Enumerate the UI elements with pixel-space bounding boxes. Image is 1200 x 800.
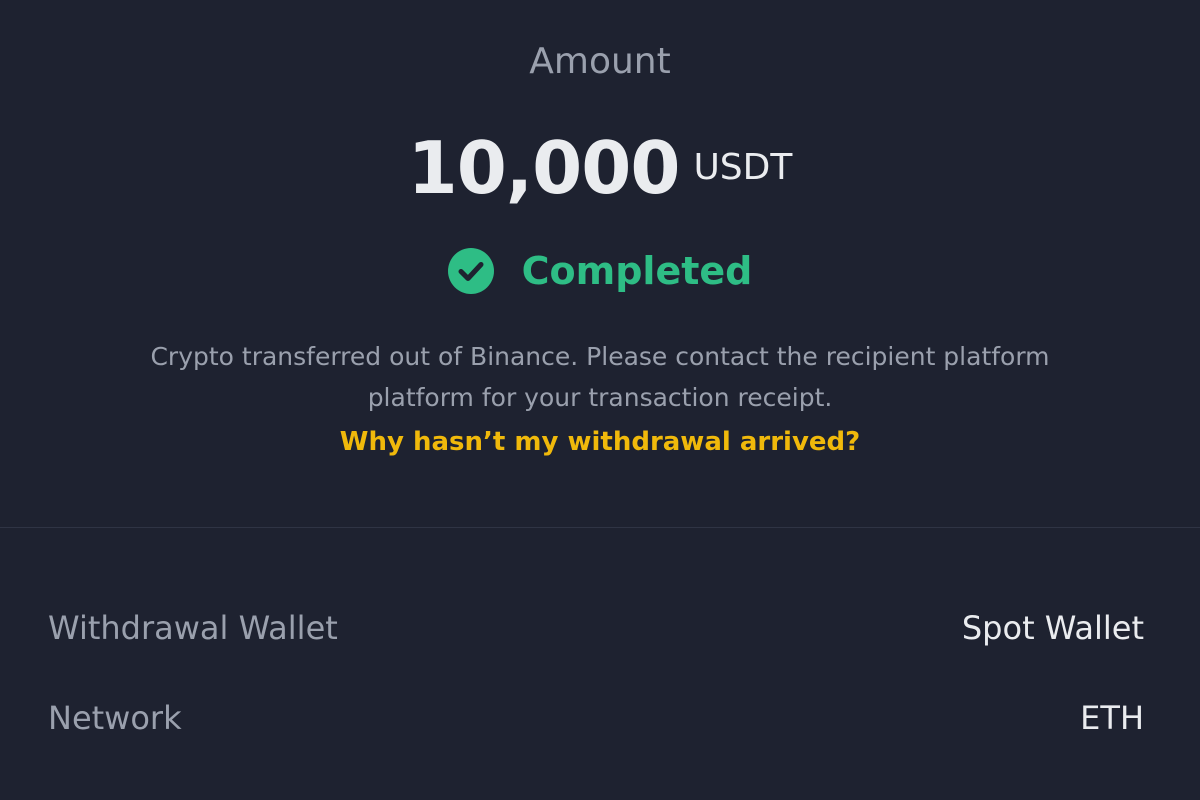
withdrawal-help-link[interactable]: Why hasn’t my withdrawal arrived? [0,424,1200,460]
status-text: Completed [521,249,753,293]
detail-row-network: Network ETH [48,696,1144,740]
amount-value: 10,000 [407,126,681,210]
detail-value: Spot Wallet [961,609,1144,647]
detail-value: ETH [1080,699,1144,737]
detail-row-withdrawal-wallet: Withdrawal Wallet Spot Wallet [48,606,1144,650]
withdrawal-summary: Amount 10,000 USDT Completed Crypto trans… [0,0,1200,527]
notice-line-2: platform for your transaction receipt. [367,383,833,412]
transfer-notice: Crypto transferred out of Binance. Pleas… [100,336,1100,418]
detail-label: Network [48,699,182,737]
status-indicator: Completed [0,246,1200,296]
amount-display: 10,000 USDT [0,128,1200,228]
notice-line-1: Crypto transferred out of Binance. Pleas… [150,342,1050,371]
detail-label: Withdrawal Wallet [48,609,338,647]
section-divider [0,527,1200,528]
check-circle-icon [447,248,494,294]
amount-unit: USDT [693,147,793,188]
amount-label: Amount [529,41,671,82]
